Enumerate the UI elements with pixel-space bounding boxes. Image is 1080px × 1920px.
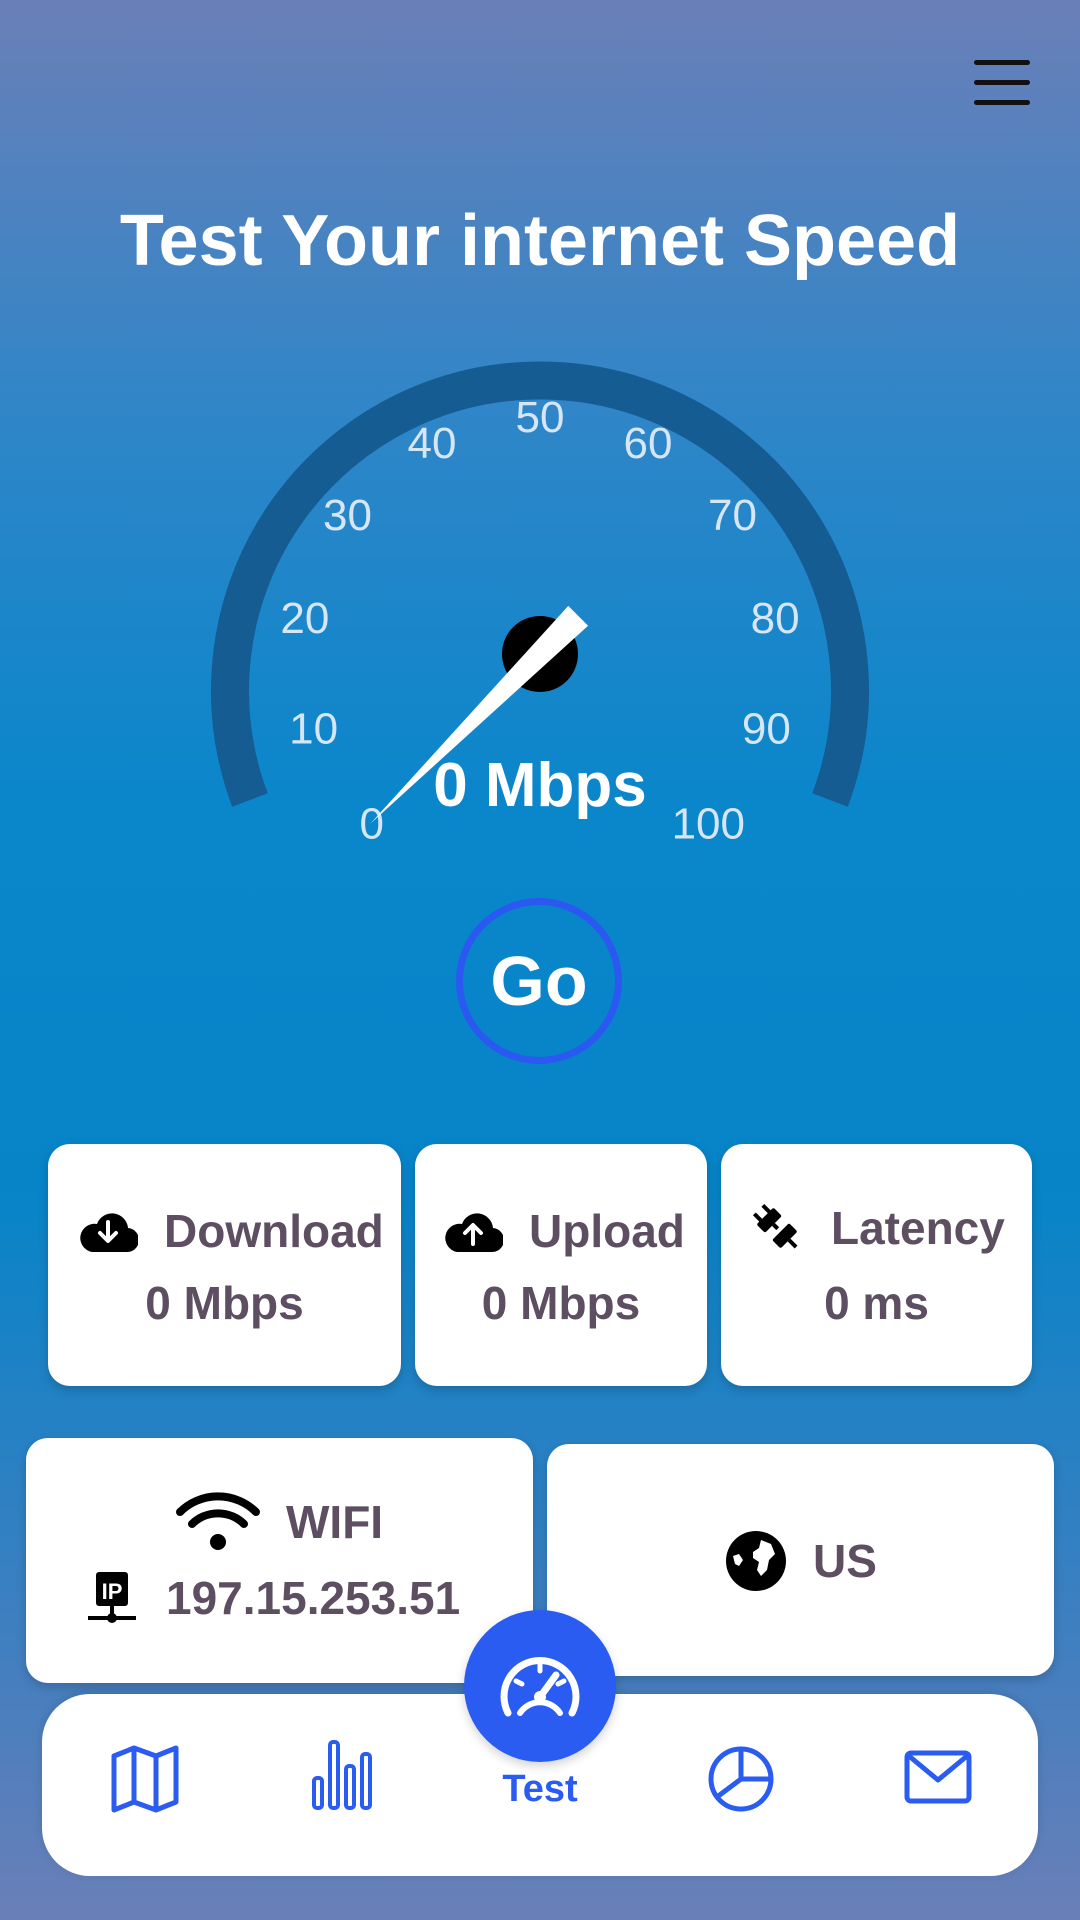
gauge-tick-label: 30: [323, 491, 372, 540]
speed-reading: 0 Mbps: [433, 751, 647, 820]
gauge-tick-label: 20: [280, 594, 329, 643]
gauge-tick-label: 60: [624, 419, 673, 468]
map-icon[interactable]: [110, 1744, 180, 1814]
gauge-tick-label: 10: [289, 705, 338, 754]
plug-icon: [752, 1203, 798, 1249]
speed-gauge: 0 10 20 30 40 50 60 70 80 90 100 0 Mbps: [211, 361, 869, 848]
latency-label: Latency: [831, 1202, 1005, 1254]
gauge-tick-label: 70: [708, 491, 757, 540]
gauge-tick-label: 90: [742, 705, 791, 754]
globe-icon: [726, 1531, 786, 1591]
gauge-tick-label: 0: [359, 799, 383, 848]
gauge-tick-label: 80: [751, 594, 800, 643]
ip-address: 197.15.253.51: [166, 1572, 461, 1624]
download-card: Download 0 Mbps: [48, 1144, 401, 1386]
upload-card: Upload 0 Mbps: [415, 1144, 707, 1386]
cloud-download-icon: [80, 1213, 138, 1253]
download-label: Download: [164, 1205, 384, 1257]
country: US: [813, 1535, 877, 1587]
gauge-tick-label: 100: [672, 799, 745, 848]
upload-value: 0 Mbps: [481, 1277, 641, 1329]
upload-label: Upload: [529, 1205, 685, 1257]
speedometer-icon: [500, 1657, 580, 1717]
network-card: WIFI IP 197.15.253.51: [26, 1438, 533, 1683]
connection-type: WIFI: [286, 1496, 384, 1548]
gauge-tick-label: 50: [516, 393, 565, 442]
svg-text:IP: IP: [102, 1579, 123, 1604]
download-value: 0 Mbps: [145, 1277, 304, 1329]
test-button[interactable]: [464, 1610, 616, 1762]
go-button[interactable]: Go: [456, 898, 622, 1064]
wifi-icon: [176, 1492, 260, 1550]
test-label[interactable]: Test: [440, 1768, 640, 1811]
bar-chart-icon[interactable]: [310, 1738, 374, 1812]
latency-card: Latency 0 ms: [721, 1144, 1032, 1386]
pie-chart-icon[interactable]: [706, 1744, 776, 1814]
latency-value: 0 ms: [824, 1277, 929, 1329]
cloud-upload-icon: [445, 1213, 503, 1253]
mail-icon[interactable]: [904, 1750, 972, 1804]
location-card: US: [547, 1444, 1054, 1676]
ip-icon: IP: [88, 1572, 136, 1623]
gauge-tick-label: 40: [408, 419, 457, 468]
